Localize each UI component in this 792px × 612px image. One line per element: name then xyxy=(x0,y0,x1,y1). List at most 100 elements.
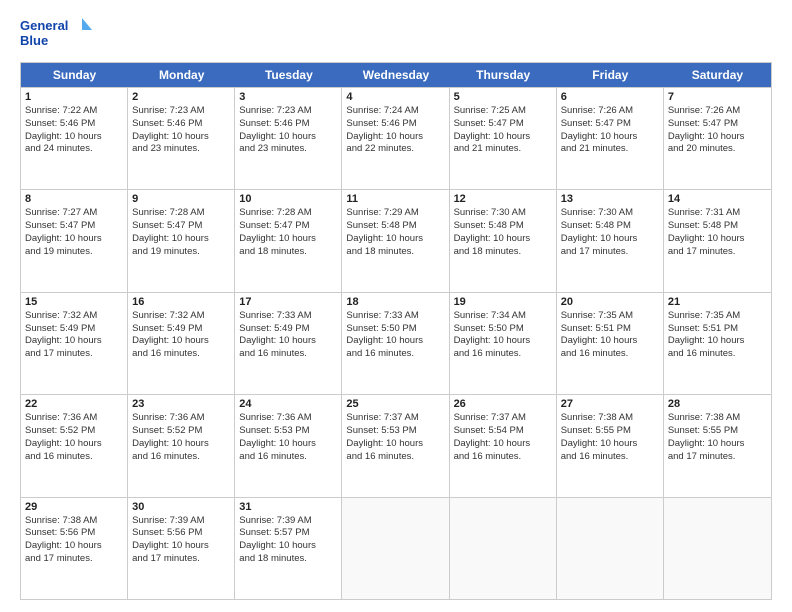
calendar-cell: 21 Sunrise: 7:35 AM Sunset: 5:51 PM Dayli… xyxy=(664,293,771,394)
calendar-cell xyxy=(557,498,664,599)
day-number: 28 xyxy=(668,398,767,410)
calendar-cell: 27 Sunrise: 7:38 AM Sunset: 5:55 PM Dayli… xyxy=(557,395,664,496)
day-number: 6 xyxy=(561,91,659,103)
calendar-cell: 19 Sunrise: 7:34 AM Sunset: 5:50 PM Dayli… xyxy=(450,293,557,394)
page-header: General Blue xyxy=(20,16,772,52)
day-number: 12 xyxy=(454,193,552,205)
day-info: Sunrise: 7:38 AM Sunset: 5:55 PM Dayligh… xyxy=(561,412,659,463)
day-number: 29 xyxy=(25,501,123,513)
day-number: 16 xyxy=(132,296,230,308)
day-info: Sunrise: 7:38 AM Sunset: 5:56 PM Dayligh… xyxy=(25,515,123,566)
calendar-cell: 7 Sunrise: 7:26 AM Sunset: 5:47 PM Daylig… xyxy=(664,88,771,189)
day-number: 25 xyxy=(346,398,444,410)
day-info: Sunrise: 7:30 AM Sunset: 5:48 PM Dayligh… xyxy=(561,207,659,258)
calendar-row: 29 Sunrise: 7:38 AM Sunset: 5:56 PM Dayli… xyxy=(21,497,771,599)
calendar-page: General Blue SundayMondayTuesdayWednesda… xyxy=(0,0,792,612)
day-number: 4 xyxy=(346,91,444,103)
day-number: 3 xyxy=(239,91,337,103)
day-info: Sunrise: 7:26 AM Sunset: 5:47 PM Dayligh… xyxy=(668,105,767,156)
day-info: Sunrise: 7:28 AM Sunset: 5:47 PM Dayligh… xyxy=(132,207,230,258)
day-info: Sunrise: 7:33 AM Sunset: 5:49 PM Dayligh… xyxy=(239,310,337,361)
calendar-cell: 3 Sunrise: 7:23 AM Sunset: 5:46 PM Daylig… xyxy=(235,88,342,189)
day-info: Sunrise: 7:34 AM Sunset: 5:50 PM Dayligh… xyxy=(454,310,552,361)
calendar-cell: 1 Sunrise: 7:22 AM Sunset: 5:46 PM Daylig… xyxy=(21,88,128,189)
calendar: SundayMondayTuesdayWednesdayThursdayFrid… xyxy=(20,62,772,600)
day-number: 22 xyxy=(25,398,123,410)
day-info: Sunrise: 7:37 AM Sunset: 5:53 PM Dayligh… xyxy=(346,412,444,463)
day-info: Sunrise: 7:26 AM Sunset: 5:47 PM Dayligh… xyxy=(561,105,659,156)
calendar-cell: 8Sunrise: 7:27 AM Sunset: 5:47 PM Daylig… xyxy=(21,190,128,291)
calendar-cell: 31 Sunrise: 7:39 AM Sunset: 5:57 PM Dayli… xyxy=(235,498,342,599)
day-info: Sunrise: 7:25 AM Sunset: 5:47 PM Dayligh… xyxy=(454,105,552,156)
day-info: Sunrise: 7:35 AM Sunset: 5:51 PM Dayligh… xyxy=(668,310,767,361)
header-day: Monday xyxy=(128,63,235,87)
day-number: 20 xyxy=(561,296,659,308)
calendar-cell xyxy=(450,498,557,599)
day-info: Sunrise: 7:24 AM Sunset: 5:46 PM Dayligh… xyxy=(346,105,444,156)
day-info: Sunrise: 7:39 AM Sunset: 5:56 PM Dayligh… xyxy=(132,515,230,566)
day-number: 5 xyxy=(454,91,552,103)
calendar-cell: 26 Sunrise: 7:37 AM Sunset: 5:54 PM Dayli… xyxy=(450,395,557,496)
day-number: 27 xyxy=(561,398,659,410)
day-info: Sunrise: 7:23 AM Sunset: 5:46 PM Dayligh… xyxy=(239,105,337,156)
header-day: Saturday xyxy=(664,63,771,87)
day-number: 10 xyxy=(239,193,337,205)
day-info: Sunrise: 7:28 AM Sunset: 5:47 PM Dayligh… xyxy=(239,207,337,258)
calendar-cell: 9 Sunrise: 7:28 AM Sunset: 5:47 PM Daylig… xyxy=(128,190,235,291)
logo-svg: General Blue xyxy=(20,16,100,52)
day-info: Sunrise: 7:23 AM Sunset: 5:46 PM Dayligh… xyxy=(132,105,230,156)
calendar-cell: 20 Sunrise: 7:35 AM Sunset: 5:51 PM Dayli… xyxy=(557,293,664,394)
day-number: 13 xyxy=(561,193,659,205)
day-number: 21 xyxy=(668,296,767,308)
day-info: Sunrise: 7:32 AM Sunset: 5:49 PM Dayligh… xyxy=(132,310,230,361)
day-number: 19 xyxy=(454,296,552,308)
day-info: Sunrise: 7:31 AM Sunset: 5:48 PM Dayligh… xyxy=(668,207,767,258)
day-number: 7 xyxy=(668,91,767,103)
day-info: Sunrise: 7:22 AM Sunset: 5:46 PM Dayligh… xyxy=(25,105,123,156)
day-number: 23 xyxy=(132,398,230,410)
calendar-header: SundayMondayTuesdayWednesdayThursdayFrid… xyxy=(21,63,771,87)
calendar-cell: 29 Sunrise: 7:38 AM Sunset: 5:56 PM Dayli… xyxy=(21,498,128,599)
day-info: Sunrise: 7:37 AM Sunset: 5:54 PM Dayligh… xyxy=(454,412,552,463)
header-day: Sunday xyxy=(21,63,128,87)
calendar-cell: 17 Sunrise: 7:33 AM Sunset: 5:49 PM Dayli… xyxy=(235,293,342,394)
day-number: 15 xyxy=(25,296,123,308)
day-info: Sunrise: 7:27 AM Sunset: 5:47 PM Dayligh… xyxy=(25,207,123,258)
day-number: 24 xyxy=(239,398,337,410)
calendar-cell: 6 Sunrise: 7:26 AM Sunset: 5:47 PM Daylig… xyxy=(557,88,664,189)
day-number: 26 xyxy=(454,398,552,410)
day-info: Sunrise: 7:38 AM Sunset: 5:55 PM Dayligh… xyxy=(668,412,767,463)
calendar-cell: 13 Sunrise: 7:30 AM Sunset: 5:48 PM Dayli… xyxy=(557,190,664,291)
calendar-cell: 10 Sunrise: 7:28 AM Sunset: 5:47 PM Dayli… xyxy=(235,190,342,291)
day-number: 9 xyxy=(132,193,230,205)
header-day: Thursday xyxy=(450,63,557,87)
calendar-cell: 25 Sunrise: 7:37 AM Sunset: 5:53 PM Dayli… xyxy=(342,395,449,496)
day-number: 17 xyxy=(239,296,337,308)
day-number: 30 xyxy=(132,501,230,513)
calendar-cell: 16 Sunrise: 7:32 AM Sunset: 5:49 PM Dayli… xyxy=(128,293,235,394)
day-info: Sunrise: 7:32 AM Sunset: 5:49 PM Dayligh… xyxy=(25,310,123,361)
calendar-cell: 11Sunrise: 7:29 AM Sunset: 5:48 PM Dayli… xyxy=(342,190,449,291)
day-number: 18 xyxy=(346,296,444,308)
calendar-cell: 12 Sunrise: 7:30 AM Sunset: 5:48 PM Dayli… xyxy=(450,190,557,291)
day-info: Sunrise: 7:30 AM Sunset: 5:48 PM Dayligh… xyxy=(454,207,552,258)
calendar-cell: 28 Sunrise: 7:38 AM Sunset: 5:55 PM Dayli… xyxy=(664,395,771,496)
svg-text:General: General xyxy=(20,18,68,33)
calendar-cell: 24 Sunrise: 7:36 AM Sunset: 5:53 PM Dayli… xyxy=(235,395,342,496)
calendar-cell: 2Sunrise: 7:23 AM Sunset: 5:46 PM Daylig… xyxy=(128,88,235,189)
calendar-cell: 14Sunrise: 7:31 AM Sunset: 5:48 PM Dayli… xyxy=(664,190,771,291)
calendar-row: 1 Sunrise: 7:22 AM Sunset: 5:46 PM Daylig… xyxy=(21,87,771,189)
day-number: 31 xyxy=(239,501,337,513)
calendar-cell: 4 Sunrise: 7:24 AM Sunset: 5:46 PM Daylig… xyxy=(342,88,449,189)
day-info: Sunrise: 7:35 AM Sunset: 5:51 PM Dayligh… xyxy=(561,310,659,361)
header-day: Friday xyxy=(557,63,664,87)
day-info: Sunrise: 7:39 AM Sunset: 5:57 PM Dayligh… xyxy=(239,515,337,566)
day-info: Sunrise: 7:36 AM Sunset: 5:53 PM Dayligh… xyxy=(239,412,337,463)
calendar-cell: 23Sunrise: 7:36 AM Sunset: 5:52 PM Dayli… xyxy=(128,395,235,496)
calendar-cell: 18Sunrise: 7:33 AM Sunset: 5:50 PM Dayli… xyxy=(342,293,449,394)
day-number: 1 xyxy=(25,91,123,103)
day-info: Sunrise: 7:29 AM Sunset: 5:48 PM Dayligh… xyxy=(346,207,444,258)
calendar-cell xyxy=(342,498,449,599)
calendar-row: 22 Sunrise: 7:36 AM Sunset: 5:52 PM Dayli… xyxy=(21,394,771,496)
day-info: Sunrise: 7:36 AM Sunset: 5:52 PM Dayligh… xyxy=(25,412,123,463)
